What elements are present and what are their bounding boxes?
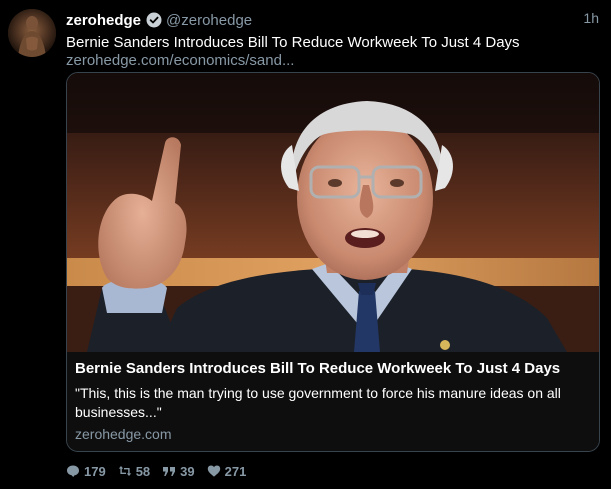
tweet[interactable]: zerohedge @zerohedge 1h Bernie Sanders I… [0,0,611,489]
user-handle[interactable]: @zerohedge [166,12,252,29]
reply-icon [67,465,79,477]
card-image[interactable] [67,73,599,352]
card-body[interactable]: Bernie Sanders Introduces Bill To Reduce… [67,352,599,451]
verified-badge-icon [146,12,162,28]
reply-count: 179 [84,463,106,479]
card-photo [67,73,599,352]
like-button[interactable]: 271 [207,463,247,479]
tweet-header: zerohedge @zerohedge [66,10,252,30]
card-description: "This, this is the man trying to use gov… [75,385,561,420]
tweet-text: Bernie Sanders Introduces Bill To Reduce… [66,34,520,51]
card-domain: zerohedge.com [75,426,172,442]
tweet-timestamp[interactable]: 1h [583,10,599,26]
retweet-icon [118,466,131,476]
tweet-actions: 179 58 39 271 [66,462,258,480]
display-name[interactable]: zerohedge [66,12,141,29]
quote-icon [163,467,176,476]
quote-count: 39 [180,463,195,479]
card-title: Bernie Sanders Introduces Bill To Reduce… [75,360,561,377]
like-count: 271 [224,463,247,479]
retweet-button[interactable]: 58 [118,464,150,479]
avatar[interactable] [8,9,56,57]
link-card[interactable]: Bernie Sanders Introduces Bill To Reduce… [66,72,600,452]
retweet-count: 58 [135,463,151,479]
reply-button[interactable]: 179 [66,464,106,479]
quote-button[interactable]: 39 [162,463,195,479]
avatar-image [8,9,56,57]
heart-icon [207,465,220,477]
tweet-link[interactable]: zerohedge.com/economics/sand... [66,51,294,70]
